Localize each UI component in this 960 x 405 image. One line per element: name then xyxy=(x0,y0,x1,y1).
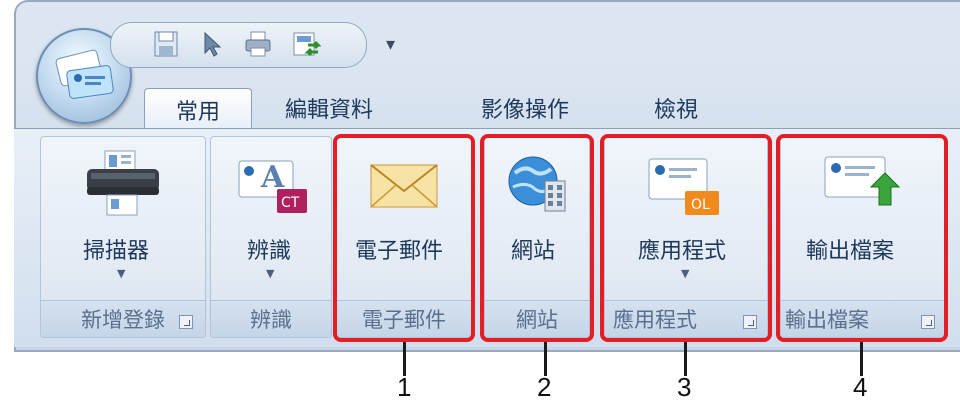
tab-view[interactable]: 檢視 xyxy=(644,88,708,128)
ocr-button[interactable]: A CT 辨識 ▼ xyxy=(211,137,331,303)
customize-qat-dropdown[interactable]: ▾ xyxy=(386,34,395,55)
ct-badge: CT xyxy=(281,195,300,211)
chevron-down-icon: ▼ xyxy=(117,267,126,280)
callout-line xyxy=(860,342,863,376)
swap-icon[interactable] xyxy=(291,29,321,59)
chevron-down-icon: ▼ xyxy=(266,267,275,280)
group-new-registration: 掃描器 ▼ 新增登錄 xyxy=(40,136,206,338)
tab-image-operations[interactable]: 影像操作 xyxy=(462,88,588,128)
highlight-frame-website xyxy=(480,134,594,342)
callout-line xyxy=(544,342,547,376)
highlight-frame-email xyxy=(333,134,475,342)
callout-number: 3 xyxy=(677,372,692,402)
callout-number: 2 xyxy=(537,372,552,402)
print-icon[interactable] xyxy=(243,29,273,59)
pointer-icon[interactable] xyxy=(197,29,227,59)
group-footer-label: 辨識 xyxy=(211,300,331,337)
ocr-label: 辨識 xyxy=(247,239,292,264)
quick-access-toolbar xyxy=(110,22,367,68)
scanner-icon xyxy=(87,150,159,216)
scanner-label: 掃描器 xyxy=(83,239,150,264)
save-icon[interactable] xyxy=(151,29,181,59)
ocr-icon: A CT xyxy=(238,160,307,213)
callout-number: 4 xyxy=(853,372,868,402)
callout-line xyxy=(403,342,406,376)
dialog-launcher-icon[interactable] xyxy=(179,315,193,329)
tab-home[interactable]: 常用 xyxy=(144,88,252,131)
group-ocr: A CT 辨識 ▼ 辨識 xyxy=(210,136,332,338)
callout-line xyxy=(684,342,687,376)
highlight-frame-application xyxy=(600,134,772,342)
callout-number: 1 xyxy=(397,372,412,402)
tab-edit-data[interactable]: 編輯資料 xyxy=(266,88,392,128)
highlight-frame-export xyxy=(776,134,948,342)
scanner-button[interactable]: 掃描器 ▼ xyxy=(41,137,205,303)
